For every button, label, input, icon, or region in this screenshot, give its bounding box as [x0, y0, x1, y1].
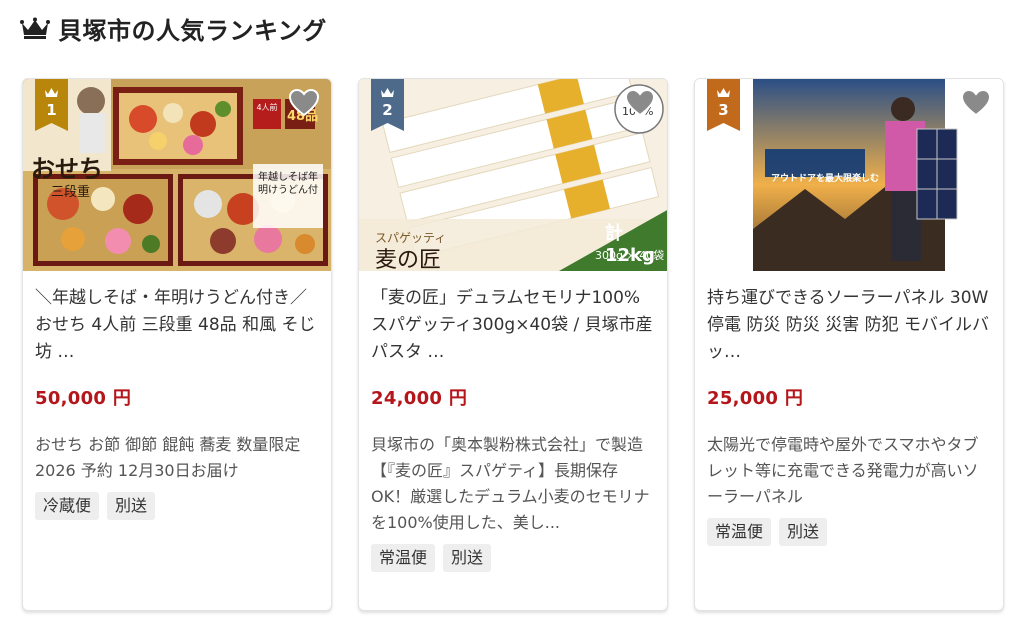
rank-crown-icon [717, 88, 730, 97]
product-card-3[interactable]: アウトドアを最大限楽しむ 3 持ち運びできるソーラーパネル 30W 停電 防災 … [694, 78, 1004, 611]
product-image-pasta[interactable]: スパゲッティ 麦の匠 計12kg 300g × 40袋 100% 2 [359, 79, 667, 271]
tag-separate: 別送 [107, 492, 156, 520]
pasta-pack-text: 300g × 40袋 [595, 249, 665, 262]
product-description: 貝塚市の「奥本製粉株式会社」で製造【『麦の匠』スパゲティ】長期保存OK！厳選した… [371, 435, 650, 532]
osechi-subtitle-text: 三段重 [51, 185, 91, 200]
rank-crown-icon [45, 88, 58, 97]
tag-separate: 別送 [779, 518, 828, 546]
product-image-osechi[interactable]: おせち 三段重 4人前 48品 年越しそば年明けうどん付 1 [23, 79, 331, 271]
tag-shipping-type: 常温便 [707, 518, 772, 546]
product-price: 50,000 円 [35, 388, 132, 409]
rank-badge-3: 3 [707, 79, 740, 131]
favorite-heart-icon[interactable] [961, 89, 991, 117]
solar-banner-text: アウトドアを最大限楽しむ [771, 174, 880, 184]
favorite-heart-icon[interactable] [625, 89, 655, 117]
osechi-title-text: おせち [31, 154, 103, 183]
product-name[interactable]: 持ち運びできるソーラーパネル 30W 停電 防災 防災 災害 防犯 モバイルバッ… [707, 285, 991, 366]
product-price: 24,000 円 [371, 388, 468, 409]
tag-separate: 別送 [443, 544, 492, 572]
product-name[interactable]: 「麦の匠」デュラムセモリナ100% スパゲッティ300g×40袋 / 貝塚市産パ… [371, 285, 655, 366]
favorite-heart-icon[interactable] [289, 89, 319, 117]
shipping-tags: 冷蔵便 別送 [35, 492, 319, 520]
product-card-1[interactable]: おせち 三段重 4人前 48品 年越しそば年明けうどん付 1 ＼年越しそば・年明… [22, 78, 332, 611]
rank-badge-1: 1 [35, 79, 68, 131]
product-card-2[interactable]: スパゲッティ 麦の匠 計12kg 300g × 40袋 100% 2 「麦の匠」… [358, 78, 668, 611]
product-description: おせち お節 御節 餛飩 蕎麦 数量限定 2026 予約 12月30日お届け [35, 435, 301, 480]
pasta-brand-text: 麦の匠 [375, 248, 442, 271]
product-name[interactable]: ＼年越しそば・年明けうどん付き／ おせち 4人前 三段重 48品 和風 そじ坊 … [35, 285, 319, 366]
side-note-text: 年越しそば年明けうどん付 [258, 172, 318, 196]
shipping-tags: 常温便 別送 [707, 518, 991, 546]
product-image-solar-panel[interactable]: アウトドアを最大限楽しむ 3 [695, 79, 1003, 271]
product-price: 25,000 円 [707, 388, 804, 409]
rank-crown-icon [381, 88, 394, 97]
ranking-heading: 貝塚市の人気ランキング [20, 12, 327, 45]
rank-badge-2: 2 [371, 79, 404, 131]
shipping-tags: 常温便 別送 [371, 544, 655, 572]
product-description: 太陽光で停電時や屋外でスマホやタブレット等に充電できる発電力が高いソーラーパネル [707, 435, 979, 506]
crown-icon [20, 17, 50, 39]
tag-shipping-type: 常温便 [371, 544, 436, 572]
section-title: 貝塚市の人気ランキング [58, 16, 327, 45]
tag-shipping-type: 冷蔵便 [35, 492, 100, 520]
ranking-page: 貝塚市の人気ランキング おせち 三段重 4人前 48品 年越しそば年明けうどん付… [0, 0, 1024, 621]
people-badge: 4人前 [256, 103, 278, 112]
